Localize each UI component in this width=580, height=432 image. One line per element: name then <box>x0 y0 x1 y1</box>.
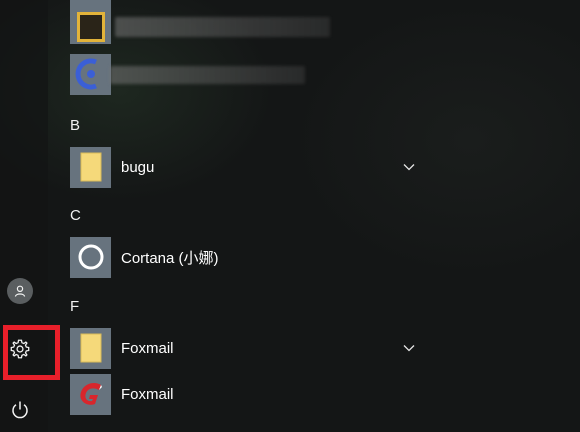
user-icon <box>7 278 33 304</box>
chevron-down-icon[interactable] <box>403 344 415 352</box>
app-label: Foxmail <box>121 339 174 357</box>
chevron-down-icon[interactable] <box>403 163 415 171</box>
redacted-label <box>110 66 305 84</box>
app-label: Foxmail <box>121 385 174 403</box>
app-tile <box>70 0 111 44</box>
folder-icon <box>80 152 101 182</box>
app-tile <box>70 327 111 369</box>
app-tile <box>70 146 111 188</box>
power-icon <box>10 400 30 425</box>
app-icon <box>75 58 97 90</box>
folder-icon <box>80 333 101 363</box>
app-tile <box>70 53 111 95</box>
account-button[interactable] <box>0 271 40 311</box>
redacted-label <box>115 17 330 37</box>
app-label: Cortana (小娜) <box>121 249 219 267</box>
app-tile <box>70 236 111 278</box>
start-menu: B bugu C Cortana (小娜) F Foxmail Foxmail <box>0 0 580 432</box>
list-item-bugu[interactable]: bugu <box>70 146 360 188</box>
list-item-foxmail-app[interactable]: Foxmail <box>70 373 360 415</box>
app-label: bugu <box>121 158 155 176</box>
section-letter-b[interactable]: B <box>70 116 80 136</box>
app-list[interactable]: B bugu C Cortana (小娜) F Foxmail Foxmail <box>60 0 580 432</box>
section-letter-c[interactable]: C <box>70 206 81 226</box>
list-item-foxmail-folder[interactable]: Foxmail <box>70 327 360 369</box>
app-icon <box>76 12 105 42</box>
cortana-ring-icon <box>78 244 103 270</box>
foxmail-logo-icon <box>79 383 102 405</box>
section-letter-f[interactable]: F <box>70 297 79 317</box>
settings-highlight-box <box>3 325 60 380</box>
app-tile <box>70 373 111 415</box>
list-item-cortana[interactable]: Cortana (小娜) <box>70 236 360 278</box>
power-button[interactable] <box>0 392 40 432</box>
